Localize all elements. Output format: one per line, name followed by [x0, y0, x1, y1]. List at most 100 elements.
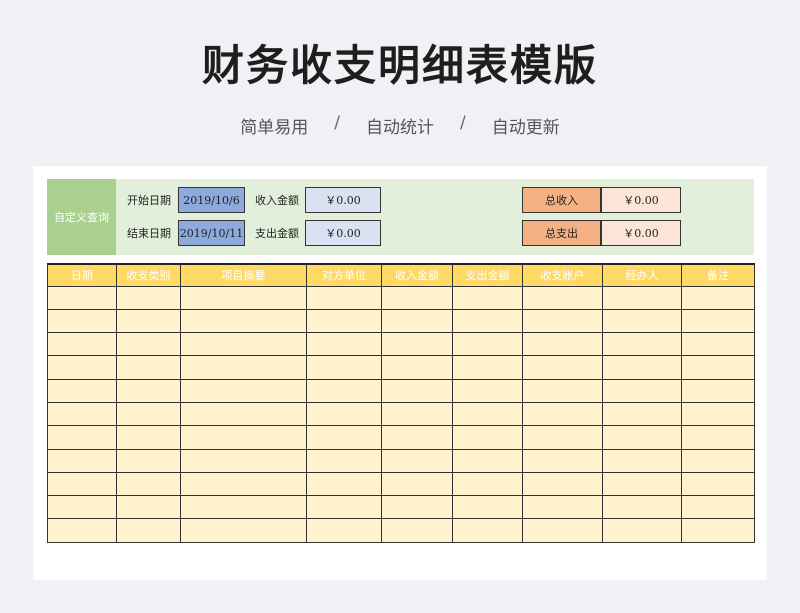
total-expense-value[interactable]: ￥0.00	[601, 220, 681, 246]
table-cell[interactable]	[522, 471, 603, 497]
table-cell[interactable]	[116, 495, 181, 520]
table-cell[interactable]	[452, 518, 523, 543]
table-cell[interactable]	[47, 285, 117, 310]
table-cell[interactable]	[681, 285, 755, 310]
table-cell[interactable]	[180, 401, 307, 427]
table-cell[interactable]	[116, 518, 181, 543]
table-cell[interactable]	[522, 285, 603, 310]
end-date-field[interactable]: 2019/10/11	[178, 220, 245, 246]
table-cell[interactable]	[681, 378, 755, 403]
table-cell[interactable]	[452, 308, 523, 334]
table-cell[interactable]	[116, 401, 181, 427]
table-cell[interactable]	[47, 355, 117, 380]
table-cell[interactable]	[381, 378, 453, 403]
income-amount-field[interactable]: ￥0.00	[305, 187, 381, 213]
start-date-field[interactable]: 2019/10/6	[178, 187, 245, 213]
table-cell[interactable]	[381, 332, 453, 357]
table-cell[interactable]	[522, 518, 603, 543]
table-cell[interactable]	[681, 518, 755, 543]
table-cell[interactable]	[306, 518, 382, 543]
column-header-category[interactable]: 收支类别	[116, 263, 181, 287]
column-header-summary[interactable]: 项目摘要	[180, 263, 307, 287]
table-cell[interactable]	[602, 401, 682, 427]
table-cell[interactable]	[47, 401, 117, 427]
table-cell[interactable]	[602, 308, 682, 334]
table-cell[interactable]	[522, 378, 603, 403]
table-cell[interactable]	[180, 518, 307, 543]
table-cell[interactable]	[116, 378, 181, 403]
table-cell[interactable]	[681, 308, 755, 334]
table-cell[interactable]	[381, 495, 453, 520]
table-cell[interactable]	[306, 471, 382, 497]
table-cell[interactable]	[306, 425, 382, 450]
table-cell[interactable]	[381, 448, 453, 473]
table-cell[interactable]	[452, 332, 523, 357]
expense-amount-field[interactable]: ￥0.00	[305, 220, 381, 246]
table-cell[interactable]	[602, 355, 682, 380]
table-cell[interactable]	[452, 378, 523, 403]
table-cell[interactable]	[116, 448, 181, 473]
table-cell[interactable]	[381, 355, 453, 380]
table-cell[interactable]	[180, 448, 307, 473]
table-cell[interactable]	[47, 471, 117, 497]
table-cell[interactable]	[381, 518, 453, 543]
table-cell[interactable]	[306, 401, 382, 427]
table-cell[interactable]	[381, 401, 453, 427]
table-cell[interactable]	[381, 471, 453, 497]
table-cell[interactable]	[522, 448, 603, 473]
table-cell[interactable]	[681, 401, 755, 427]
table-cell[interactable]	[681, 425, 755, 450]
table-cell[interactable]	[180, 355, 307, 380]
table-cell[interactable]	[681, 355, 755, 380]
table-cell[interactable]	[681, 448, 755, 473]
table-cell[interactable]	[47, 448, 117, 473]
table-cell[interactable]	[522, 355, 603, 380]
table-cell[interactable]	[47, 378, 117, 403]
table-cell[interactable]	[116, 471, 181, 497]
table-cell[interactable]	[47, 518, 117, 543]
column-header-expense[interactable]: 支出金额	[452, 263, 523, 287]
column-header-account[interactable]: 收支账户	[522, 263, 603, 287]
table-cell[interactable]	[47, 308, 117, 334]
table-cell[interactable]	[116, 285, 181, 310]
table-cell[interactable]	[522, 332, 603, 357]
table-cell[interactable]	[522, 308, 603, 334]
table-cell[interactable]	[116, 332, 181, 357]
table-cell[interactable]	[116, 355, 181, 380]
table-cell[interactable]	[452, 355, 523, 380]
table-cell[interactable]	[381, 308, 453, 334]
column-header-notes[interactable]: 备注	[681, 263, 755, 287]
table-cell[interactable]	[306, 495, 382, 520]
table-cell[interactable]	[681, 471, 755, 497]
table-cell[interactable]	[522, 425, 603, 450]
table-cell[interactable]	[452, 471, 523, 497]
table-cell[interactable]	[306, 448, 382, 473]
table-cell[interactable]	[602, 448, 682, 473]
table-cell[interactable]	[47, 332, 117, 357]
table-cell[interactable]	[522, 401, 603, 427]
table-cell[interactable]	[306, 308, 382, 334]
table-cell[interactable]	[452, 448, 523, 473]
table-cell[interactable]	[381, 425, 453, 450]
table-cell[interactable]	[381, 285, 453, 310]
table-cell[interactable]	[306, 378, 382, 403]
table-cell[interactable]	[452, 401, 523, 427]
table-cell[interactable]	[452, 285, 523, 310]
table-cell[interactable]	[452, 425, 523, 450]
column-header-date[interactable]: 日期	[47, 263, 117, 287]
table-cell[interactable]	[116, 308, 181, 334]
table-cell[interactable]	[180, 471, 307, 497]
table-cell[interactable]	[602, 332, 682, 357]
table-cell[interactable]	[306, 285, 382, 310]
column-header-income[interactable]: 收入金额	[381, 263, 453, 287]
column-header-handler[interactable]: 经办人	[602, 263, 682, 287]
table-cell[interactable]	[180, 495, 307, 520]
table-cell[interactable]	[180, 332, 307, 357]
column-header-counterparty[interactable]: 对方单位	[306, 263, 382, 287]
table-cell[interactable]	[681, 332, 755, 357]
table-cell[interactable]	[681, 495, 755, 520]
table-cell[interactable]	[522, 495, 603, 520]
table-cell[interactable]	[452, 495, 523, 520]
table-cell[interactable]	[306, 355, 382, 380]
table-cell[interactable]	[306, 332, 382, 357]
